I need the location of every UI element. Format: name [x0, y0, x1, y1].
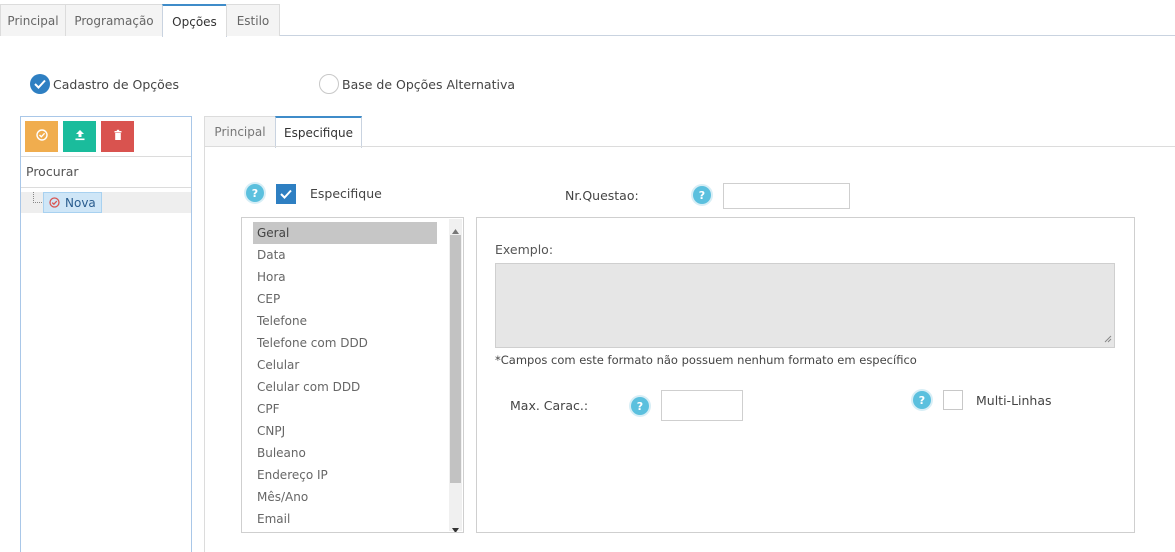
help-icon[interactable]: ?	[246, 184, 264, 202]
resize-grip-icon[interactable]	[1104, 332, 1112, 346]
specify-checkbox[interactable]	[276, 184, 296, 204]
list-item[interactable]: Celular com DDD	[253, 376, 437, 398]
tab-estilo[interactable]: Estilo	[226, 4, 280, 36]
tree-node-label: Nova	[65, 195, 96, 210]
help-icon[interactable]: ?	[693, 186, 711, 204]
list-item[interactable]: Celular	[253, 354, 437, 376]
checkmark-icon	[280, 189, 292, 199]
inner-tab-principal[interactable]: Principal	[204, 116, 276, 147]
format-note: *Campos com este formato não possuem nen…	[495, 353, 917, 367]
trash-icon	[112, 129, 124, 144]
upload-button[interactable]	[63, 121, 96, 152]
list-item[interactable]: CEP	[253, 288, 437, 310]
tree-node-nova[interactable]: Nova	[43, 192, 102, 213]
list-item[interactable]: Buleano	[253, 442, 437, 464]
check-circle-icon	[35, 129, 48, 144]
radio-base-alternativa[interactable]: Base de Opções Alternativa	[319, 73, 515, 95]
tab-principal[interactable]: Principal	[0, 4, 66, 36]
multiline-label: Multi-Linhas	[976, 393, 1052, 408]
tree-connector	[33, 192, 42, 203]
example-label: Exemplo:	[495, 242, 554, 257]
radio-cadastro-opcoes[interactable]: Cadastro de Opções	[30, 73, 179, 95]
list-item[interactable]: Mês/Ano	[253, 486, 437, 508]
list-item[interactable]: Email	[253, 508, 437, 530]
list-item[interactable]: CNPJ	[253, 420, 437, 442]
scroll-down-arrow-icon[interactable]	[452, 522, 459, 532]
list-item[interactable]: Telefone	[253, 310, 437, 332]
help-icon[interactable]: ?	[631, 397, 649, 415]
max-chars-label: Max. Carac.:	[510, 398, 589, 413]
tree-row[interactable]: Nova	[21, 192, 191, 213]
max-chars-input[interactable]	[661, 390, 743, 421]
question-number-input[interactable]	[723, 183, 850, 209]
multiline-checkbox[interactable]	[943, 390, 963, 410]
scrollbar-thumb[interactable]	[450, 235, 461, 483]
status-circle-icon	[49, 197, 60, 208]
example-textarea[interactable]	[495, 263, 1115, 348]
specify-label: Especifique	[310, 186, 382, 201]
list-item[interactable]: Geral	[253, 222, 437, 244]
list-item[interactable]: Hora	[253, 266, 437, 288]
radio-label-base: Base de Opções Alternativa	[342, 76, 516, 92]
tab-opcoes[interactable]: Opções	[162, 4, 227, 37]
help-icon[interactable]: ?	[913, 391, 931, 409]
inner-tab-especifique[interactable]: Especifique	[275, 116, 362, 148]
list-item[interactable]: Telefone com DDD	[253, 332, 437, 354]
top-tab-bar: Principal Programação Opções Estilo	[0, 4, 1175, 37]
format-list[interactable]: Geral Data Hora CEP Telefone Telefone co…	[241, 217, 464, 533]
radio-label-cadastro: Cadastro de Opções	[53, 76, 179, 92]
options-tree-panel: Procurar Nova	[20, 116, 192, 552]
delete-button[interactable]	[101, 121, 134, 152]
list-item[interactable]: Endereço IP	[253, 464, 437, 486]
radio-checked-icon	[30, 74, 50, 94]
list-item[interactable]: Data	[253, 244, 437, 266]
list-scrollbar[interactable]	[449, 219, 462, 532]
search-input[interactable]: Procurar	[21, 156, 191, 188]
tab-programacao[interactable]: Programação	[65, 4, 163, 36]
question-number-label: Nr.Questao:	[565, 188, 639, 203]
list-item[interactable]: CPF	[253, 398, 437, 420]
confirm-button[interactable]	[25, 121, 58, 152]
radio-unchecked-icon	[319, 74, 339, 94]
upload-icon	[74, 129, 86, 144]
